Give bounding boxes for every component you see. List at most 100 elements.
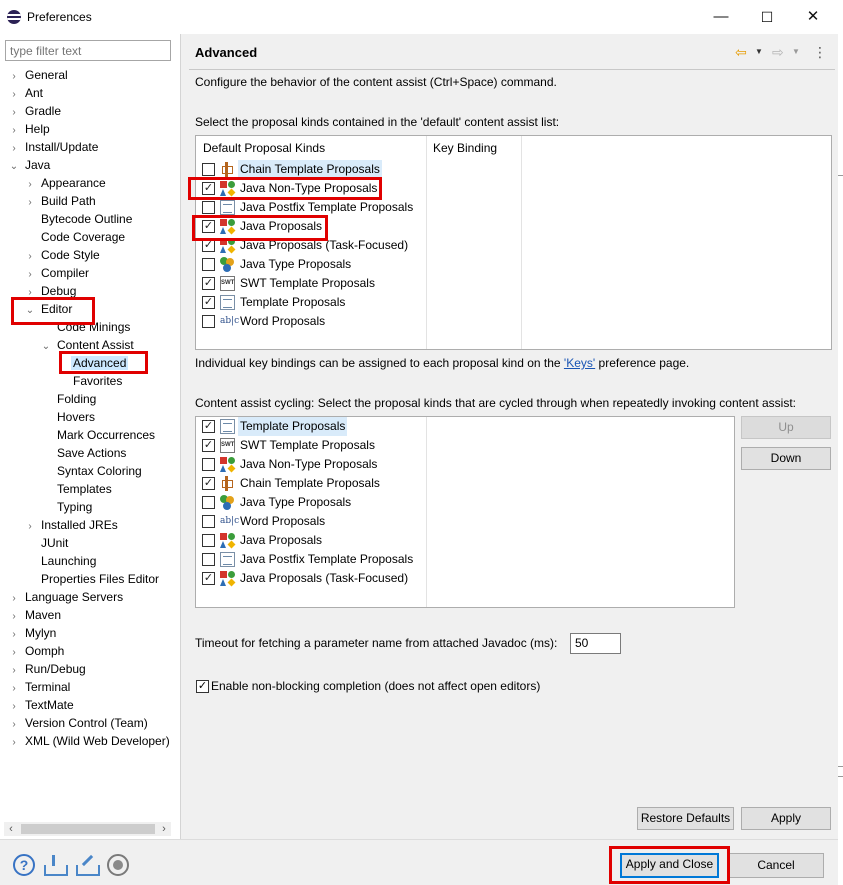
timeout-label: Timeout for fetching a parameter name fr… [195,636,558,650]
tree-item-install-update[interactable]: › Install/Update [8,138,100,156]
tree-item-appearance[interactable]: › Appearance [24,174,108,192]
import-icon[interactable] [43,854,68,876]
chevron-down-icon[interactable]: ⌄ [40,338,52,356]
tree-item-label: Syntax Coloring [57,464,142,478]
tree-item-syntax-coloring[interactable]: Syntax Coloring [40,462,144,480]
tree-item-code-coverage[interactable]: Code Coverage [24,228,127,246]
tree-item-ant[interactable]: › Ant [8,84,45,102]
proposal-checkbox[interactable]: ✓ [202,296,215,309]
tree-item-typing[interactable]: Typing [40,498,94,516]
up-button[interactable]: Up [741,416,831,439]
scroll-right-icon[interactable]: › [157,822,171,836]
tree-item-mylyn[interactable]: › Mylyn [8,624,58,642]
forward-arrow-icon[interactable]: ⇨ [772,42,784,62]
chevron-right-icon[interactable]: › [8,734,20,752]
tree-item-terminal[interactable]: › Terminal [8,678,72,696]
default-proposals-table[interactable]: Default Proposal Kinds Key Binding Chain… [195,135,832,350]
tree-item-xml-wild-web-developer[interactable]: › XML (Wild Web Developer) [8,732,172,750]
tree-item-textmate[interactable]: › TextMate [8,696,76,714]
nonblocking-checkbox[interactable]: ✓ [196,680,209,693]
proposal-checkbox[interactable] [202,163,215,176]
tree-item-debug[interactable]: › Debug [24,282,78,300]
tree-item-build-path[interactable]: › Build Path [24,192,98,210]
proposal-checkbox[interactable]: ✓ [202,277,215,290]
keys-link[interactable]: 'Keys' [564,356,595,370]
tree-item-templates[interactable]: Templates [40,480,114,498]
tree-item-installed-jres[interactable]: › Installed JREs [24,516,120,534]
template-icon [220,552,235,567]
minimize-button[interactable]: — [698,0,744,34]
proposal-checkbox[interactable] [202,553,215,566]
forward-dropdown-icon[interactable]: ▼ [792,42,800,62]
tree-item-code-minings[interactable]: Code Minings [40,318,132,336]
proposal-label: Java Proposals (Task-Focused) [240,571,409,585]
proposal-checkbox[interactable]: ✓ [202,420,215,433]
apply-and-close-button[interactable]: Apply and Close [620,853,719,878]
scroll-left-icon[interactable]: ‹ [4,822,18,836]
chevron-down-icon[interactable]: ⌄ [24,302,36,320]
tree-item-properties-files-editor[interactable]: Properties Files Editor [24,570,161,588]
tree-item-folding[interactable]: Folding [40,390,98,408]
filter-input[interactable] [5,40,171,61]
proposal-checkbox[interactable] [202,534,215,547]
tree-item-mark-occurrences[interactable]: Mark Occurrences [40,426,157,444]
tree-item-hovers[interactable]: Hovers [40,408,97,426]
proposal-checkbox[interactable]: ✓ [202,182,215,195]
tree-item-gradle[interactable]: › Gradle [8,102,63,120]
tree-item-maven[interactable]: › Maven [8,606,63,624]
default-list-label: Select the proposal kinds contained in t… [195,115,560,129]
help-icon[interactable]: ? [13,854,35,876]
proposal-checkbox[interactable] [202,258,215,271]
tree-item-version-control-team[interactable]: › Version Control (Team) [8,714,150,732]
tree-item-launching[interactable]: Launching [24,552,98,570]
tree-horizontal-scrollbar[interactable]: ‹ › [4,822,171,836]
proposal-checkbox[interactable]: ✓ [202,239,215,252]
proposal-checkbox[interactable]: ✓ [202,439,215,452]
tree-item-junit[interactable]: JUnit [24,534,70,552]
timeout-field[interactable]: 50 [570,633,621,654]
close-button[interactable]: ✕ [790,0,836,34]
col-default-proposal-kinds[interactable]: Default Proposal Kinds [203,141,325,155]
tree-item-label: Launching [41,554,97,568]
tree-item-label: Help [25,122,50,136]
preference-page: Advanced ⇦ ▼ ⇨ ▼ ⋮ Configure the behavio… [182,34,838,839]
tree-item-advanced[interactable]: Advanced [56,354,129,372]
tree-item-code-style[interactable]: › Code Style [24,246,102,264]
tree-item-content-assist[interactable]: ⌄ Content Assist [40,336,136,354]
proposal-checkbox[interactable] [202,496,215,509]
record-icon[interactable] [107,854,129,876]
back-dropdown-icon[interactable]: ▼ [755,42,763,62]
tree-item-oomph[interactable]: › Oomph [8,642,66,660]
tree-item-save-actions[interactable]: Save Actions [40,444,128,462]
proposal-checkbox[interactable]: ✓ [202,220,215,233]
tree-item-language-servers[interactable]: › Language Servers [8,588,125,606]
proposal-checkbox[interactable] [202,515,215,528]
tree-item-favorites[interactable]: Favorites [56,372,124,390]
maximize-button[interactable]: ☐ [744,0,790,34]
cancel-button[interactable]: Cancel [728,853,824,878]
tree-item-compiler[interactable]: › Compiler [24,264,91,282]
proposal-checkbox[interactable]: ✓ [202,572,215,585]
apply-button[interactable]: Apply [741,807,831,830]
tree-item-label: Ant [25,86,44,100]
restore-defaults-button[interactable]: Restore Defaults [637,807,734,830]
tree-item-run-debug[interactable]: › Run/Debug [8,660,88,678]
tree-item-bytecode-outline[interactable]: Bytecode Outline [24,210,134,228]
proposal-checkbox[interactable]: ✓ [202,477,215,490]
chevron-down-icon[interactable]: ⌄ [8,158,20,176]
scrollbar-thumb[interactable] [21,824,155,834]
col-key-binding[interactable]: Key Binding [433,141,497,155]
view-menu-icon[interactable]: ⋮ [813,42,827,62]
back-arrow-icon[interactable]: ⇦ [735,42,747,62]
tree-item-editor[interactable]: ⌄ Editor [24,300,74,318]
proposal-checkbox[interactable] [202,458,215,471]
export-icon[interactable] [75,854,100,876]
tree-item-label: Language Servers [25,590,124,604]
proposal-checkbox[interactable] [202,201,215,214]
down-button[interactable]: Down [741,447,831,470]
tree-item-general[interactable]: › General [8,66,70,84]
proposal-checkbox[interactable] [202,315,215,328]
cycling-proposals-table[interactable]: ✓ Template Proposals ✓ SWT SWT Template Prop… [195,416,735,608]
tree-item-java[interactable]: ⌄ Java [8,156,52,174]
tree-item-help[interactable]: › Help [8,120,52,138]
